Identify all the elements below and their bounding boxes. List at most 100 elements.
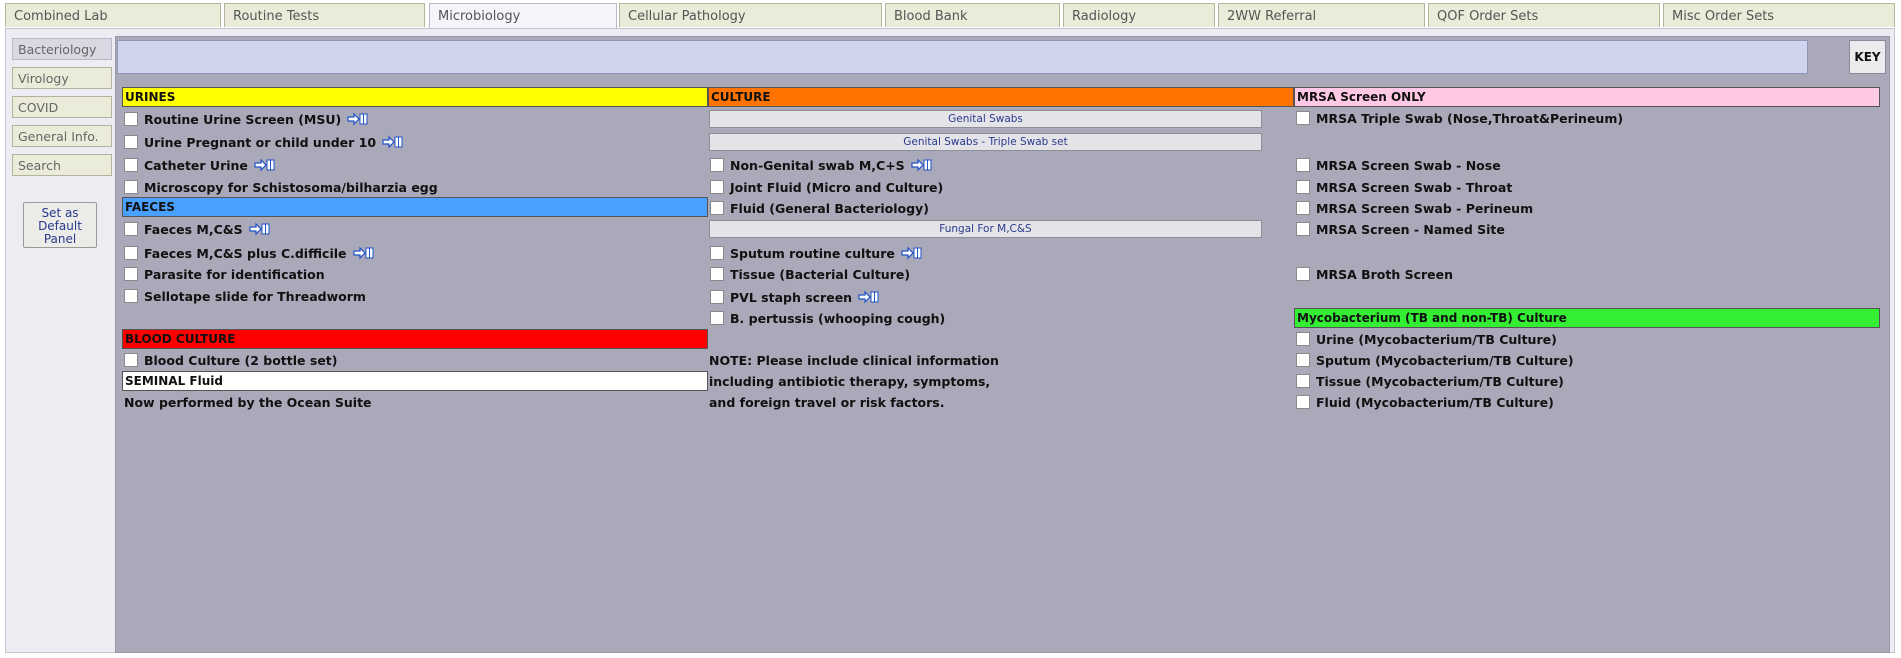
culture-note-line: and foreign travel or risk factors. [709, 395, 945, 410]
test-checkbox[interactable] [124, 267, 138, 281]
section-header-mycobacterium: Mycobacterium (TB and non-TB) Culture [1294, 308, 1880, 328]
default-button-line-3: Panel [43, 232, 77, 246]
test-checkbox[interactable] [1296, 201, 1310, 215]
test-checkbox[interactable] [1296, 222, 1310, 236]
test-checkbox[interactable] [1296, 395, 1310, 409]
test-label: Sellotape slide for Threadworm [144, 288, 366, 304]
test-label: MRSA Screen Swab - Throat [1316, 179, 1513, 195]
test-row: Microscopy for Schistosoma/bilharzia egg [124, 177, 438, 197]
test-row: Non-Genital swab M,C+S [710, 155, 933, 175]
test-checkbox[interactable] [710, 290, 724, 304]
test-label: Catheter Urine [144, 157, 248, 173]
test-row: MRSA Screen Swab - Nose [1296, 155, 1501, 175]
test-row: MRSA Screen - Named Site [1296, 219, 1505, 239]
test-label: Microscopy for Schistosoma/bilharzia egg [144, 179, 438, 195]
test-label: Non-Genital swab M,C+S [730, 157, 905, 173]
test-row: MRSA Screen Swab - Perineum [1296, 198, 1533, 218]
info-arrow-book-icon[interactable] [347, 112, 369, 126]
test-label: Blood Culture (2 bottle set) [144, 352, 338, 368]
test-row: Fluid (Mycobacterium/TB Culture) [1296, 392, 1554, 412]
tab-misc-order-sets[interactable]: Misc Order Sets [1663, 3, 1895, 27]
test-row: Tissue (Mycobacterium/TB Culture) [1296, 371, 1564, 391]
info-arrow-book-icon[interactable] [901, 246, 923, 260]
test-checkbox[interactable] [1296, 267, 1310, 281]
test-checkbox[interactable] [124, 135, 138, 149]
test-label: MRSA Screen Swab - Nose [1316, 157, 1501, 173]
tab-microbiology[interactable]: Microbiology [429, 3, 617, 31]
test-label: Tissue (Bacterial Culture) [730, 266, 911, 282]
sidebar-item-virology[interactable]: Virology [12, 67, 112, 89]
test-checkbox[interactable] [124, 158, 138, 172]
test-checkbox[interactable] [1296, 353, 1310, 367]
info-arrow-book-icon[interactable] [249, 222, 271, 236]
test-checkbox[interactable] [124, 112, 138, 126]
test-checkbox[interactable] [710, 180, 724, 194]
test-row: Fluid (General Bacteriology) [710, 198, 929, 218]
test-checkbox[interactable] [124, 353, 138, 367]
test-checkbox[interactable] [710, 158, 724, 172]
tab-cellular-pathology[interactable]: Cellular Pathology [619, 3, 882, 27]
test-row: Tissue (Bacterial Culture) [710, 264, 910, 284]
test-checkbox[interactable] [710, 246, 724, 260]
sidebar-item-bacteriology[interactable]: Bacteriology [12, 38, 112, 60]
test-label: Urine Pregnant or child under 10 [144, 134, 377, 150]
test-checkbox[interactable] [124, 289, 138, 303]
tab-routine-tests[interactable]: Routine Tests [224, 3, 425, 27]
test-row: MRSA Triple Swab (Nose,Throat&Perineum) [1296, 108, 1623, 128]
info-arrow-book-icon[interactable] [254, 158, 276, 172]
tab-combined-lab[interactable]: Combined Lab [5, 3, 221, 27]
test-checkbox[interactable] [710, 201, 724, 215]
set-default-panel-button[interactable]: Set as Default Panel [23, 202, 97, 248]
test-label: PVL staph screen [730, 289, 853, 305]
test-checkbox[interactable] [124, 246, 138, 260]
test-checkbox[interactable] [710, 311, 724, 325]
test-row: MRSA Broth Screen [1296, 264, 1453, 284]
section-header-mrsa: MRSA Screen ONLY [1294, 87, 1880, 107]
test-row: Parasite for identification [124, 264, 325, 284]
test-row: Urine (Mycobacterium/TB Culture) [1296, 329, 1557, 349]
info-arrow-book-icon[interactable] [858, 290, 880, 304]
test-label: B. pertussis (whooping cough) [730, 310, 946, 326]
test-checkbox[interactable] [124, 180, 138, 194]
test-label: Joint Fluid (Micro and Culture) [730, 179, 944, 195]
test-row: Faeces M,C&S plus C.difficile [124, 243, 375, 263]
test-row: Catheter Urine [124, 155, 276, 175]
culture-note-line: including antibiotic therapy, symptoms, [709, 374, 991, 389]
test-checkbox[interactable] [710, 267, 724, 281]
test-label: Parasite for identification [144, 266, 325, 282]
section-header-culture: CULTURE [708, 87, 1294, 107]
test-label: Tissue (Mycobacterium/TB Culture) [1316, 373, 1564, 389]
sidebar-item-general-info[interactable]: General Info. [12, 125, 112, 147]
test-label: MRSA Screen - Named Site [1316, 221, 1505, 237]
sidebar-item-covid[interactable]: COVID [12, 96, 112, 118]
test-checkbox[interactable] [1296, 180, 1310, 194]
selected-tests-bar [117, 40, 1808, 74]
genital-swabs-button[interactable]: Genital Swabs [709, 110, 1262, 128]
test-label: MRSA Screen Swab - Perineum [1316, 200, 1534, 216]
test-checkbox[interactable] [1296, 332, 1310, 346]
tab-qof-order-sets[interactable]: QOF Order Sets [1428, 3, 1660, 27]
test-row: Sputum routine culture [710, 243, 923, 263]
tab-radiology[interactable]: Radiology [1063, 3, 1215, 27]
sidebar-item-search[interactable]: Search [12, 154, 112, 176]
seminal-note: Now performed by the Ocean Suite [124, 395, 372, 410]
test-label: Fluid (General Bacteriology) [730, 200, 929, 216]
test-checkbox[interactable] [1296, 374, 1310, 388]
tab-2ww-referral[interactable]: 2WW Referral [1218, 3, 1425, 27]
fungal-mcs-button[interactable]: Fungal For M,C&S [709, 220, 1262, 238]
test-row: Urine Pregnant or child under 10 [124, 132, 404, 152]
culture-note-line: NOTE: Please include clinical informatio… [709, 353, 999, 368]
test-checkbox[interactable] [1296, 111, 1310, 125]
genital-swabs-triple-button[interactable]: Genital Swabs - Triple Swab set [709, 133, 1262, 151]
info-arrow-book-icon[interactable] [382, 135, 404, 149]
test-checkbox[interactable] [1296, 158, 1310, 172]
section-header-blood-culture: BLOOD CULTURE [122, 329, 708, 349]
key-button[interactable]: KEY [1849, 40, 1886, 74]
info-arrow-book-icon[interactable] [911, 158, 933, 172]
test-row: PVL staph screen [710, 287, 880, 307]
info-arrow-book-icon[interactable] [352, 246, 375, 260]
test-label: Sputum (Mycobacterium/TB Culture) [1316, 352, 1574, 368]
test-checkbox[interactable] [124, 222, 138, 236]
section-header-urines: URINES [122, 87, 708, 107]
tab-blood-bank[interactable]: Blood Bank [885, 3, 1060, 27]
